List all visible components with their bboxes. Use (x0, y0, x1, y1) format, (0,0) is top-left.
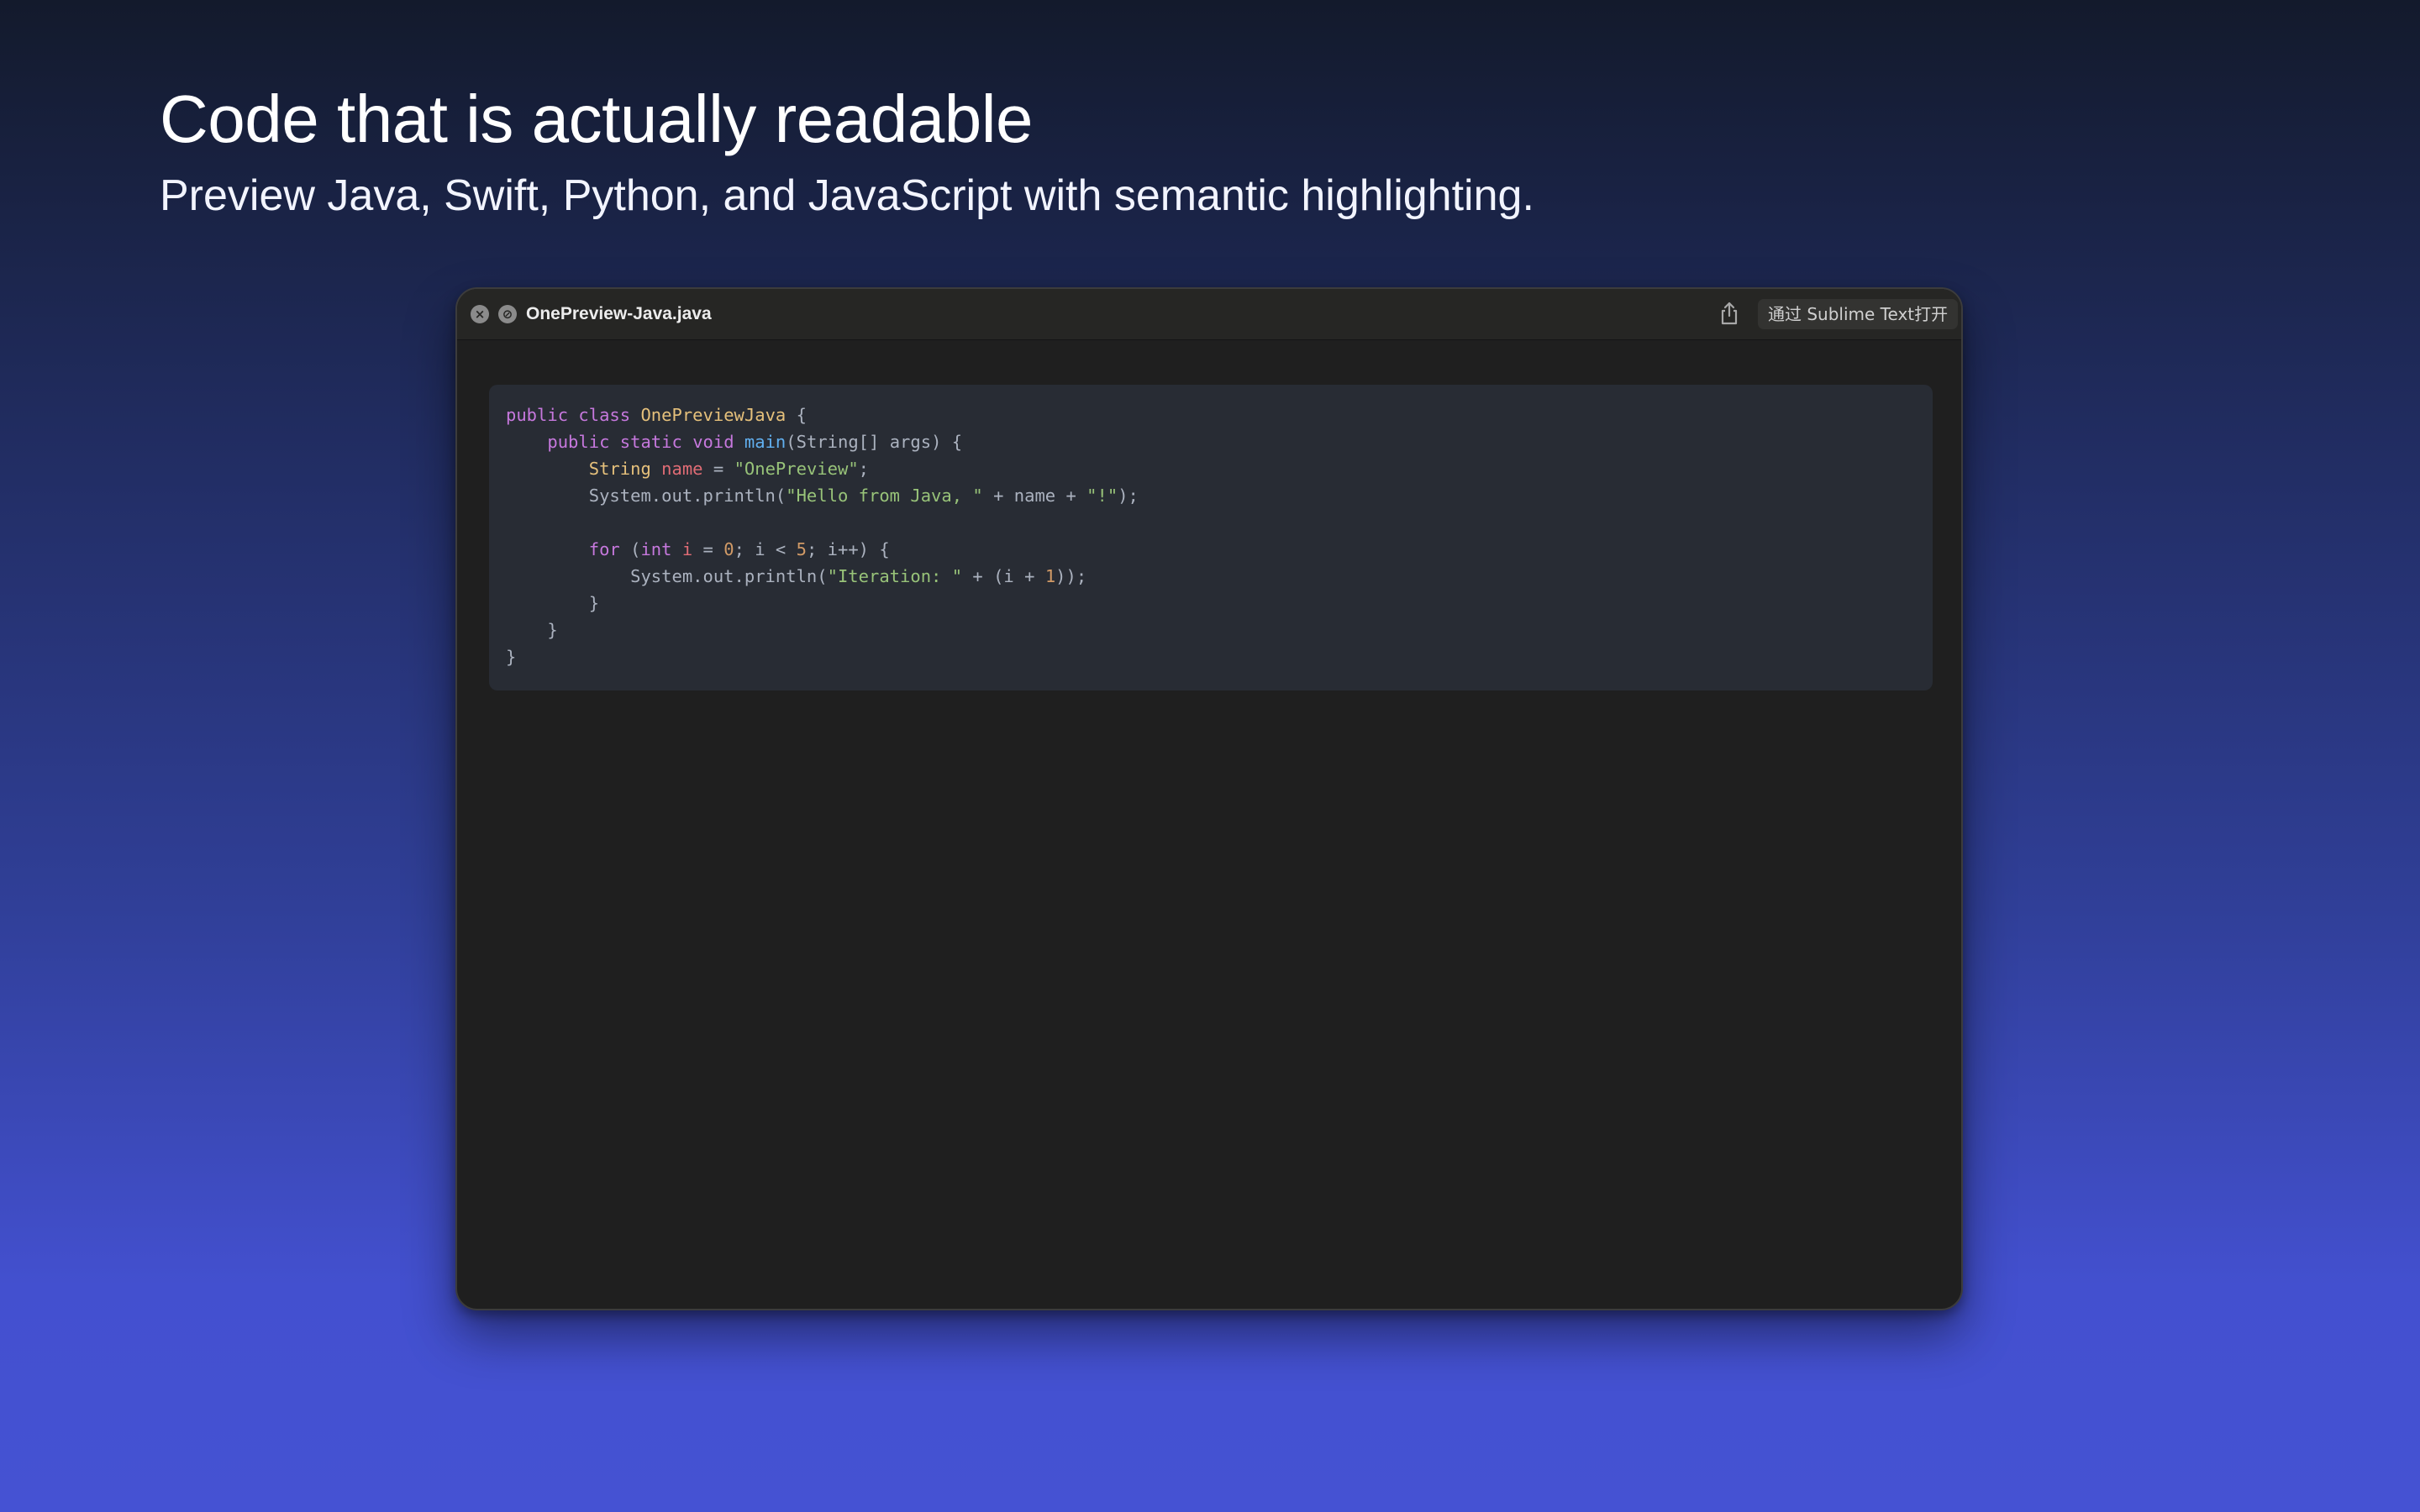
code-token: OnePreviewJava (640, 405, 786, 425)
code-line: } (506, 590, 1933, 617)
code-token: public (547, 432, 610, 452)
code-token: ); (1118, 486, 1139, 506)
code-token: void (692, 432, 734, 452)
code-line: public class OnePreviewJava { (506, 402, 1933, 428)
code-token: "OnePreview" (734, 459, 859, 479)
code-token: ( (619, 539, 641, 559)
fullscreen-icon[interactable]: ⊘ (498, 305, 517, 323)
code-token: 0 (723, 539, 734, 559)
code-line: } (506, 643, 1933, 670)
code-token: (String[] args) { (786, 432, 963, 452)
code-token: )); (1055, 566, 1087, 586)
code-token: for (588, 539, 620, 559)
close-icon[interactable]: × (471, 305, 489, 323)
code-token: name (661, 459, 703, 479)
code-token: String (588, 459, 651, 479)
code-token: + name + (982, 486, 1087, 506)
code-token: public (506, 405, 569, 425)
code-token: "Iteration: " (827, 566, 963, 586)
code-token: class (578, 405, 631, 425)
code-token: i (681, 539, 693, 559)
code-token: "Hello from Java, " (786, 486, 983, 506)
code-line: public static void main(String[] args) { (506, 428, 1933, 455)
code-token: static (619, 432, 682, 452)
window-titlebar: × ⊘ OnePreview-Java.java 通过 Sublime Text… (457, 289, 1961, 340)
code-token: } (506, 593, 600, 613)
code-line: for (int i = 0; i < 5; i++) { (506, 536, 1933, 563)
code-token: { (786, 405, 807, 425)
code-token: } (506, 647, 517, 667)
code-token: System.out.println( (506, 486, 786, 506)
code-line: String name = "OnePreview"; (506, 455, 1933, 482)
quicklook-preview-window: × ⊘ OnePreview-Java.java 通过 Sublime Text… (455, 287, 1963, 1310)
code-token: ; i < (734, 539, 797, 559)
code-token: } (506, 620, 558, 640)
code-token: = (702, 459, 734, 479)
code-token: ; (858, 459, 870, 479)
code-token: ; i++) { (806, 539, 890, 559)
code-line: System.out.println("Iteration: " + (i + … (506, 563, 1933, 590)
code-block: public class OnePreviewJava { public sta… (489, 385, 1933, 690)
code-token: System.out.println( (506, 566, 828, 586)
code-token: int (640, 539, 672, 559)
code-token: main (744, 432, 786, 452)
window-title: OnePreview-Java.java (526, 304, 712, 323)
hero-subtitle: Preview Java, Swift, Python, and JavaScr… (160, 171, 1534, 220)
code-token: 1 (1044, 566, 1056, 586)
open-with-sublime-button[interactable]: 通过 Sublime Text打开 (1758, 299, 1959, 329)
code-token: "!" (1086, 486, 1118, 506)
code-token: + (i + (962, 566, 1045, 586)
hero-title: Code that is actually readable (160, 81, 1033, 156)
code-line: System.out.println("Hello from Java, " +… (506, 482, 1933, 509)
share-icon[interactable] (1718, 301, 1741, 326)
code-line: } (506, 617, 1933, 643)
code-token: 5 (796, 539, 807, 559)
code-token: = (692, 539, 724, 559)
